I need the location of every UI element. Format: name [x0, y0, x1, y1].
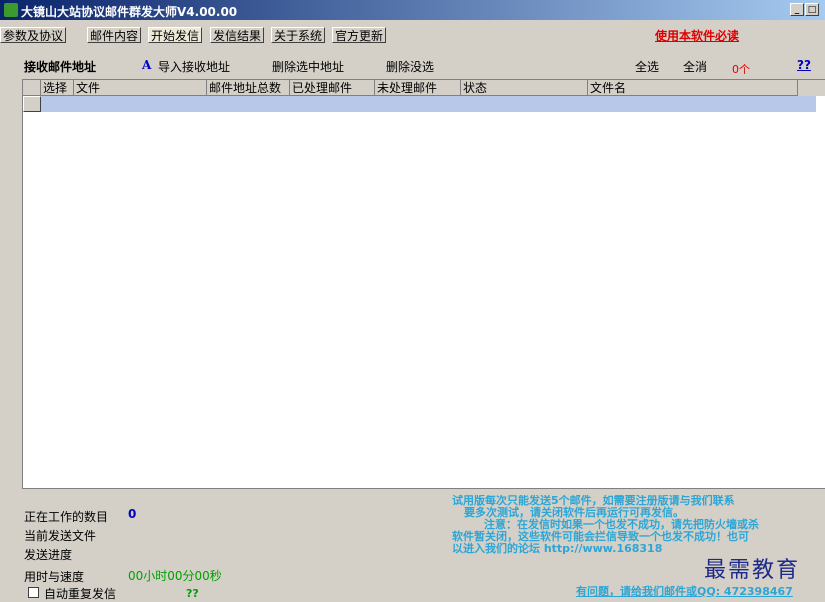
toolbar: 接收邮件地址 A 导入接收地址 删除选中地址 删除没选 全选 全消 0个 ??	[0, 54, 825, 76]
working-count-label: 正在工作的数目	[24, 510, 109, 524]
window-title: 大镜山大站协议邮件群发大师V4.00.00	[21, 5, 238, 19]
delete-unselected-button[interactable]: 删除没选	[386, 58, 434, 75]
column-header[interactable]: 选择	[41, 80, 74, 96]
column-header[interactable]: 未处理邮件	[375, 80, 461, 96]
address-grid[interactable]: 选择 文件 邮件地址总数 已处理邮件 未处理邮件 状态 文件名	[22, 79, 825, 489]
title-bar: 大镜山大站协议邮件群发大师V4.00.00 _ □	[0, 0, 825, 20]
app-icon	[4, 3, 18, 17]
auto-resend-checkbox[interactable]	[28, 587, 39, 598]
grid-corner	[23, 80, 41, 96]
working-count-value: 0	[128, 507, 137, 521]
time-value: 00小时00分00秒	[128, 569, 222, 583]
section-heading: 接收邮件地址	[24, 60, 97, 74]
select-all-button[interactable]: 全选	[635, 58, 659, 75]
help-link[interactable]: ??	[797, 58, 811, 72]
import-button[interactable]: 导入接收地址	[158, 58, 230, 75]
tab-about[interactable]: 关于系统	[271, 27, 326, 43]
row-selector[interactable]	[23, 96, 41, 112]
must-read-link[interactable]: 使用本软件必读	[655, 27, 739, 44]
address-count: 0个	[732, 63, 750, 76]
tab-updates[interactable]: 官方更新	[332, 27, 387, 43]
table-row[interactable]	[41, 96, 816, 112]
tab-results[interactable]: 发信结果	[210, 27, 265, 43]
grid-header: 选择 文件 邮件地址总数 已处理邮件 未处理邮件 状态 文件名	[23, 80, 825, 96]
watermark-logo: 最需教育	[704, 558, 801, 583]
minimize-button[interactable]: _	[790, 3, 804, 16]
column-header[interactable]: 文件	[74, 80, 207, 96]
time-speed-label: 用时与速度	[24, 570, 85, 584]
tab-params[interactable]: 参数及协议	[0, 27, 67, 43]
deselect-all-button[interactable]: 全消	[683, 58, 707, 75]
current-file-label: 当前发送文件	[24, 529, 97, 543]
tab-mail-content[interactable]: 邮件内容	[87, 27, 142, 43]
column-header[interactable]: 邮件地址总数	[207, 80, 290, 96]
column-header[interactable]: 状态	[461, 80, 588, 96]
trial-notice: 试用版每次只能发送5个邮件，如需要注册版请与我们联系 要多次测试，请关闭软件后再…	[452, 495, 822, 555]
maximize-button[interactable]: □	[805, 3, 819, 16]
column-header[interactable]: 已处理邮件	[290, 80, 375, 96]
auto-resend-help[interactable]: ??	[186, 587, 199, 600]
import-icon[interactable]: A	[142, 58, 151, 72]
auto-resend-label[interactable]: 自动重复发信	[44, 585, 116, 602]
tab-start-sending[interactable]: 开始发信	[148, 27, 203, 43]
column-header[interactable]: 文件名	[588, 80, 798, 96]
delete-selected-button[interactable]: 删除选中地址	[272, 58, 344, 75]
progress-label: 发送进度	[24, 548, 73, 562]
